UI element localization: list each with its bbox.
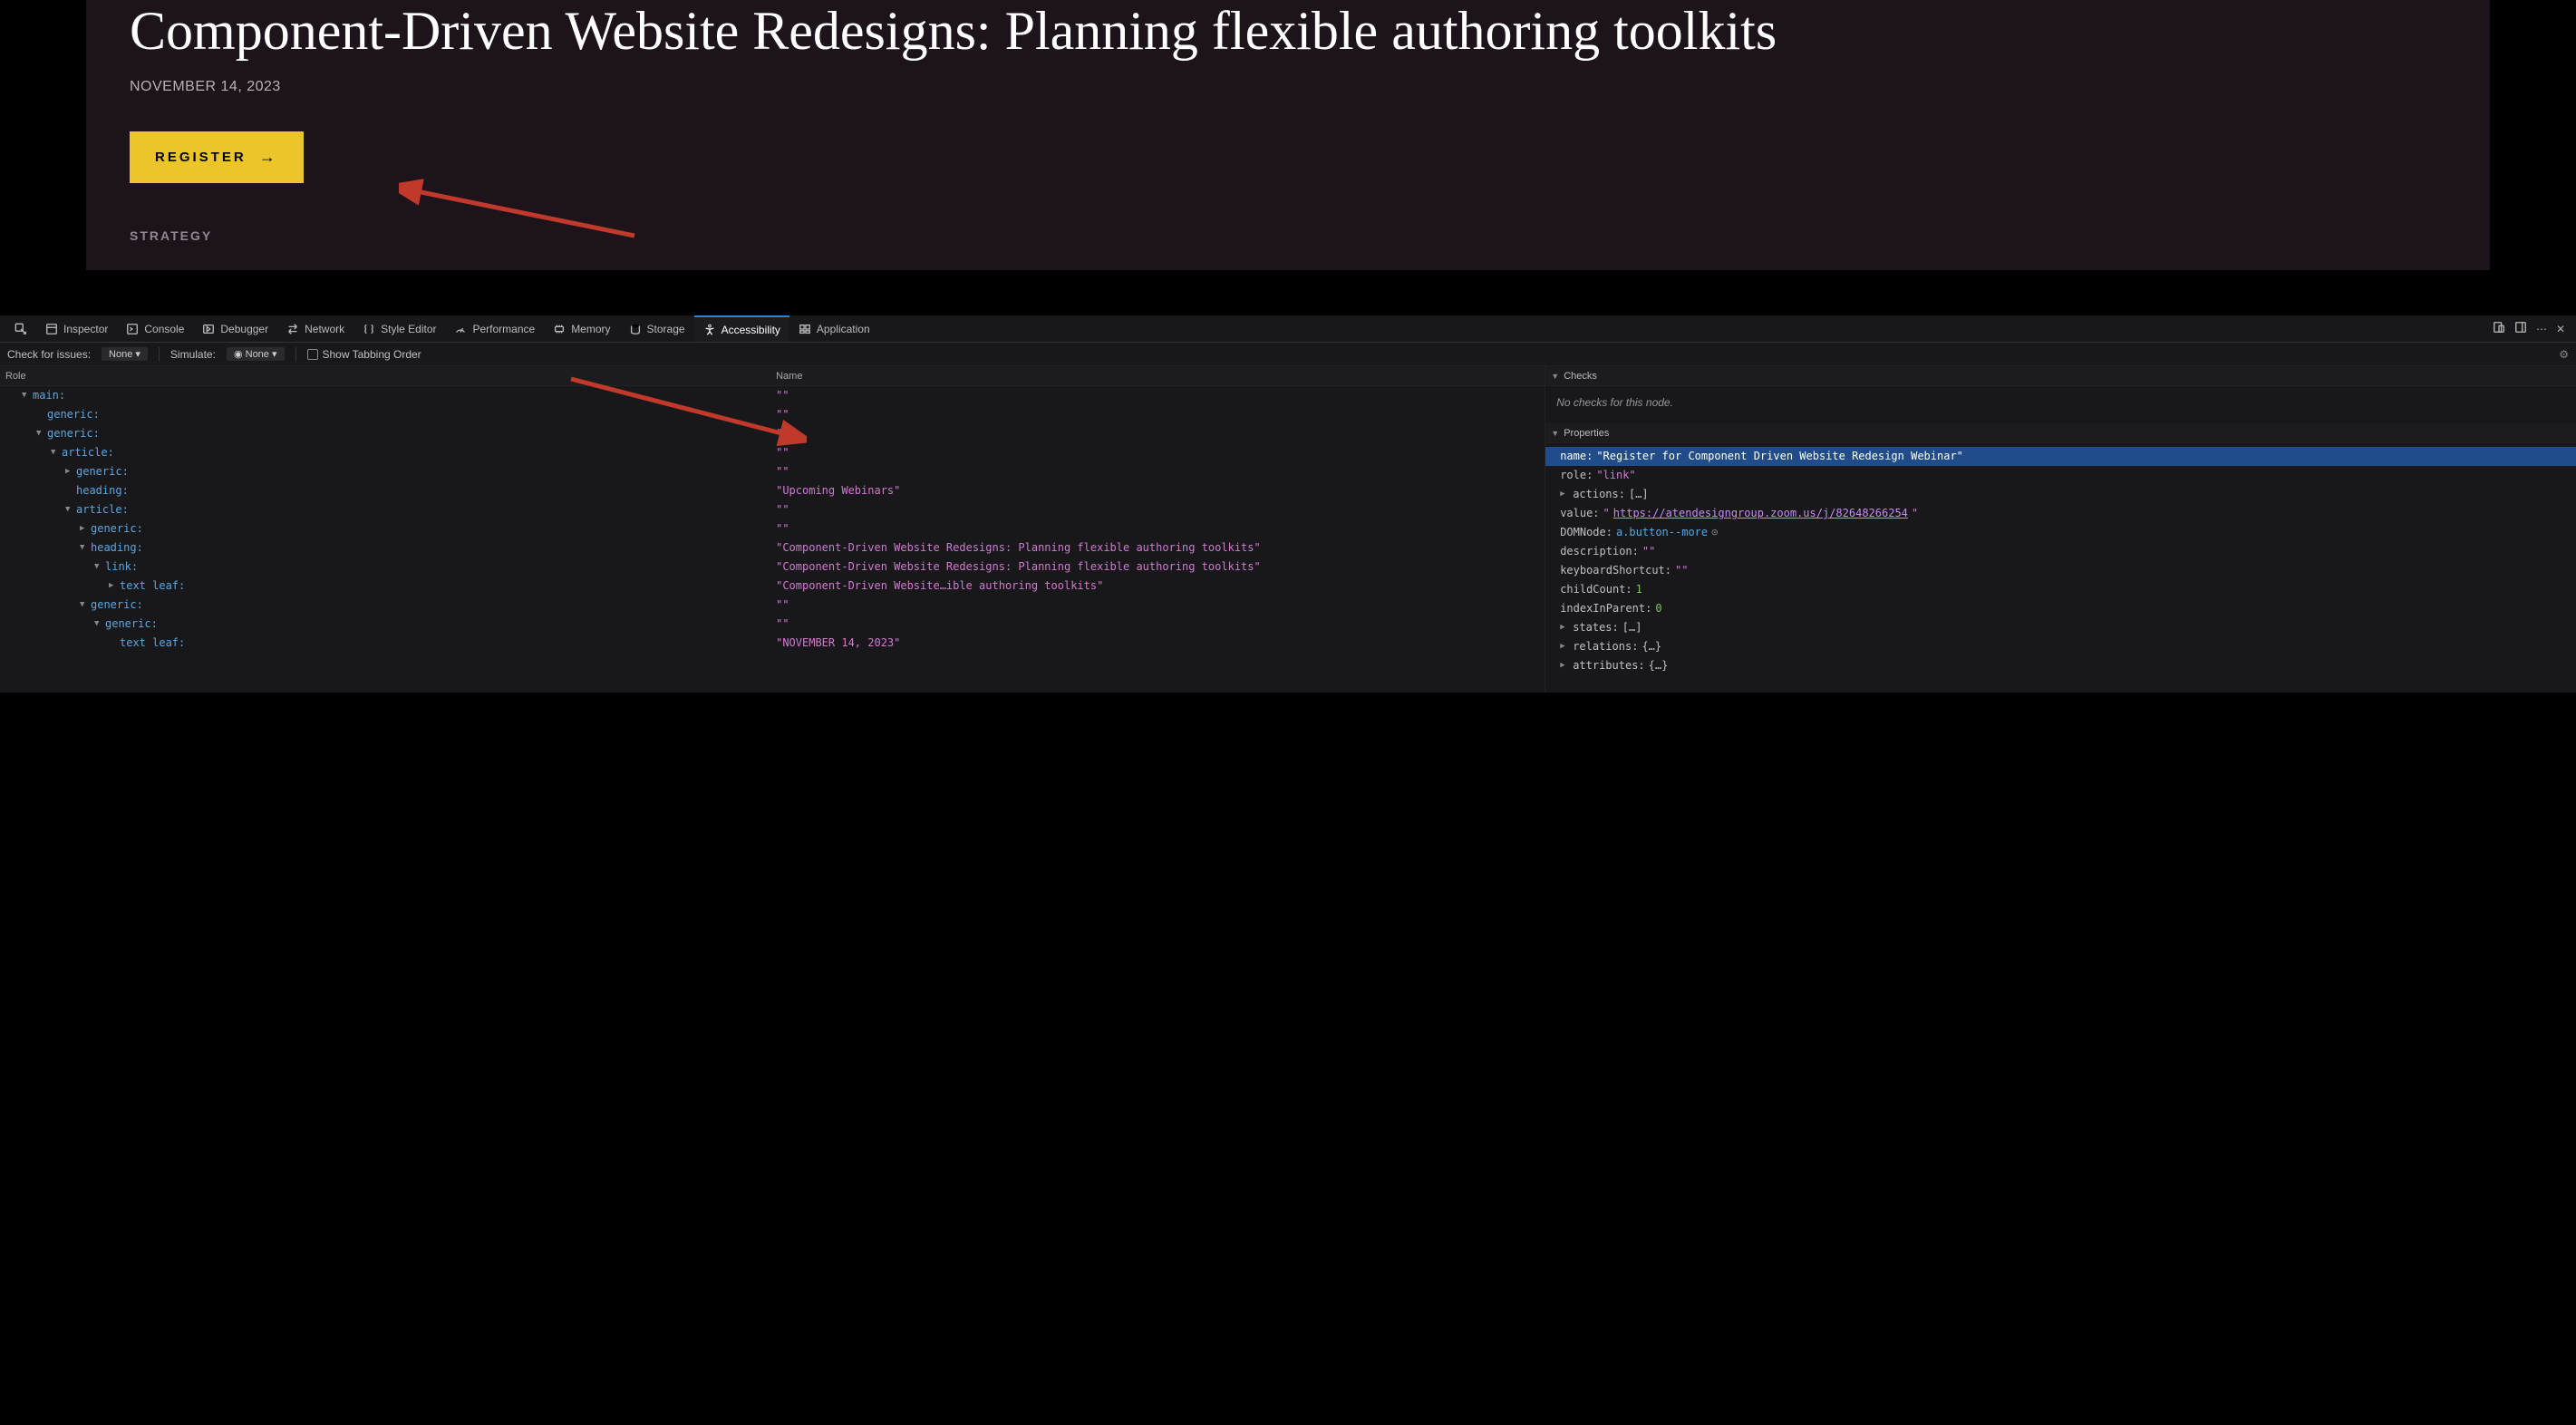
tree-row[interactable]: ▼generic:""	[0, 615, 1545, 634]
tab-memory[interactable]: Memory	[544, 315, 619, 342]
tree-row[interactable]: ▼article:""	[0, 443, 1545, 462]
tree-row[interactable]: ▶generic:""	[0, 519, 1545, 538]
accessibility-tree: Role Name ▼main:""generic:""▼generic:""▼…	[0, 366, 1545, 693]
property-description[interactable]: description: ""	[1553, 542, 2569, 561]
checks-none-text: No checks for this node.	[1553, 390, 2569, 420]
simulate-label: Simulate:	[170, 348, 216, 361]
checkbox-icon	[307, 349, 318, 360]
tree-row[interactable]: ▼generic:""	[0, 424, 1545, 443]
responsive-mode-icon[interactable]	[2493, 321, 2505, 336]
tree-row[interactable]: ▼link:"Component-Driven Website Redesign…	[0, 557, 1545, 577]
property-value[interactable]: value: "https://atendesigngroup.zoom.us/…	[1553, 504, 2569, 523]
more-options-icon[interactable]: ⋯	[2536, 323, 2547, 335]
tree-header-name: Name	[772, 371, 1545, 382]
tree-row[interactable]: ▼generic:""	[0, 596, 1545, 615]
debugger-icon	[202, 323, 215, 335]
register-button[interactable]: REGISTER →	[130, 131, 304, 183]
devtools-panel: Inspector Console Debugger Network Style…	[0, 315, 2576, 693]
style-editor-icon	[363, 323, 375, 335]
page-title: Component-Driven Website Redesigns: Plan…	[130, 0, 2446, 63]
tree-row[interactable]: heading:"Upcoming Webinars"	[0, 481, 1545, 500]
dock-side-icon[interactable]	[2514, 321, 2527, 336]
accessibility-toolbar: Check for issues: None ▾ Simulate: ◉ Non…	[0, 343, 2576, 366]
eye-icon: ◉	[234, 349, 243, 360]
console-icon	[126, 323, 139, 335]
register-button-label: REGISTER	[155, 150, 247, 165]
pick-element-icon	[15, 323, 27, 335]
tab-accessibility[interactable]: Accessibility	[694, 315, 789, 342]
tab-application[interactable]: Application	[789, 315, 879, 342]
accessibility-properties: ▼ Checks No checks for this node. ▼ Prop…	[1545, 366, 2576, 693]
target-icon[interactable]: ⊙	[1711, 523, 1718, 542]
tree-row[interactable]: generic:""	[0, 405, 1545, 424]
tab-console[interactable]: Console	[117, 315, 193, 342]
performance-icon	[454, 323, 467, 335]
webpage-content: Component-Driven Website Redesigns: Plan…	[86, 0, 2490, 270]
tree-row[interactable]: ▶text leaf:"Component-Driven Website…ibl…	[0, 577, 1545, 596]
tab-style-editor[interactable]: Style Editor	[353, 315, 445, 342]
property-states[interactable]: ▶ states: […]	[1553, 618, 2569, 637]
storage-icon	[629, 323, 642, 335]
tree-row[interactable]: ▶generic:""	[0, 462, 1545, 481]
tab-debugger[interactable]: Debugger	[193, 315, 277, 342]
checks-header[interactable]: ▼ Checks	[1545, 366, 2576, 386]
memory-icon	[553, 323, 566, 335]
property-relations[interactable]: ▶ relations: {…}	[1553, 637, 2569, 656]
property-child-count[interactable]: childCount: 1	[1553, 580, 2569, 599]
property-domnode[interactable]: DOMNode: a.button--more ⊙	[1553, 523, 2569, 542]
devtools-tab-bar: Inspector Console Debugger Network Style…	[0, 315, 2576, 343]
tree-header-role: Role	[0, 371, 772, 382]
properties-header[interactable]: ▼ Properties	[1545, 423, 2576, 443]
tab-network[interactable]: Network	[277, 315, 353, 342]
tree-row[interactable]: ▼article:""	[0, 500, 1545, 519]
property-attributes[interactable]: ▶ attributes: {…}	[1553, 656, 2569, 675]
tab-inspector[interactable]: Inspector	[36, 315, 117, 342]
tab-performance[interactable]: Performance	[445, 315, 544, 342]
accessibility-panels: Role Name ▼main:""generic:""▼generic:""▼…	[0, 366, 2576, 693]
property-index-in-parent[interactable]: indexInParent: 0	[1553, 599, 2569, 618]
close-devtools-icon[interactable]: ✕	[2556, 323, 2565, 335]
inspector-icon	[45, 323, 58, 335]
show-tabbing-order-checkbox[interactable]: Show Tabbing Order	[307, 348, 421, 361]
property-role[interactable]: role: "link"	[1553, 466, 2569, 485]
property-keyboard-shortcut[interactable]: keyboardShortcut: ""	[1553, 561, 2569, 580]
tree-row[interactable]: ▼main:""	[0, 386, 1545, 405]
category-label: STRATEGY	[130, 228, 2446, 243]
application-icon	[799, 323, 811, 335]
page-date: NOVEMBER 14, 2023	[130, 79, 2446, 95]
settings-gear-icon[interactable]: ⚙	[2559, 348, 2569, 361]
tree-row[interactable]: ▼heading:"Component-Driven Website Redes…	[0, 538, 1545, 557]
simulate-dropdown[interactable]: ◉ None ▾	[227, 347, 285, 361]
tab-storage[interactable]: Storage	[620, 315, 694, 342]
network-icon	[286, 323, 299, 335]
property-name[interactable]: name: "Register for Component Driven Web…	[1545, 447, 2576, 466]
check-issues-label: Check for issues:	[7, 348, 91, 361]
tree-row[interactable]: text leaf:"NOVEMBER 14, 2023"	[0, 634, 1545, 653]
property-actions[interactable]: ▶ actions: […]	[1553, 485, 2569, 504]
check-issues-dropdown[interactable]: None ▾	[102, 347, 148, 361]
arrow-right-icon: →	[259, 148, 278, 167]
accessibility-icon	[703, 324, 716, 336]
pick-element-button[interactable]	[5, 315, 36, 342]
